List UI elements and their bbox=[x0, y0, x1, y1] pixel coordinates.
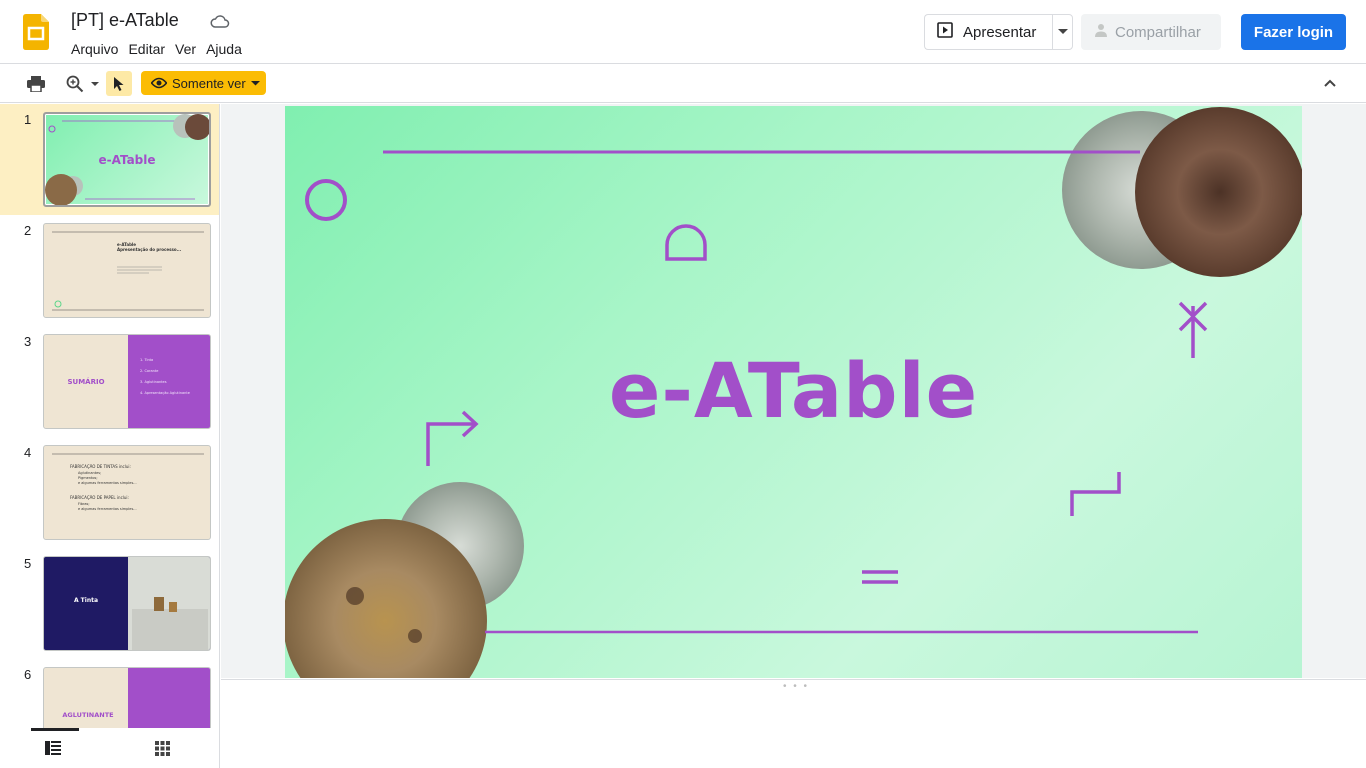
thumbnail-title: SUMÁRIO bbox=[67, 377, 104, 386]
thumbnail-item: 4. Apresentação Aglutinante bbox=[140, 391, 190, 395]
filmstrip-item-3[interactable]: 3 SUMÁRIO 1. Tinta 2. Corante 3. Aglutin… bbox=[0, 326, 219, 437]
slide-thumbnail[interactable]: FABRICAÇÃO DE TINTAS inclui: Aglutinante… bbox=[43, 445, 211, 540]
thumbnail-item: 2. Corante bbox=[140, 369, 158, 373]
slide-thumbnail-art: e-ATable Apresentação do processo... bbox=[52, 231, 204, 311]
thumbnail-line: Aglutinantes; bbox=[78, 471, 101, 475]
present-button[interactable]: Apresentar bbox=[924, 14, 1053, 50]
thumbnail-title: e-ATable bbox=[98, 153, 155, 167]
thumbnail-item: 3. Aglutinantes bbox=[140, 380, 167, 384]
present-icon bbox=[937, 22, 953, 42]
print-icon[interactable] bbox=[25, 73, 47, 95]
collapse-toolbar-icon[interactable] bbox=[1322, 75, 1340, 93]
thumbnail-line: e algumas ferramentas simples... bbox=[78, 507, 137, 511]
share-label: Compartilhar bbox=[1115, 23, 1201, 41]
current-slide[interactable]: e-ATable bbox=[285, 106, 1302, 678]
menu-arquivo[interactable]: Arquivo bbox=[71, 40, 123, 58]
slide-thumbnail-art: FABRICAÇÃO DE TINTAS inclui: Aglutinante… bbox=[52, 453, 204, 511]
thumbnail-title: AGLUTINANTE bbox=[62, 711, 113, 719]
thumbnail-line: e algumas ferramentas simples... bbox=[78, 481, 137, 485]
slide-thumbnail-art: e-ATable bbox=[45, 114, 209, 205]
slide-thumbnail[interactable]: e-ATable bbox=[43, 112, 211, 207]
thumbnail-title: A Tinta bbox=[74, 597, 98, 604]
slide-number: 5 bbox=[24, 556, 32, 571]
slide-number: 4 bbox=[24, 445, 32, 460]
filmstrip-footer bbox=[0, 728, 220, 768]
thumbnail-line: Fibras; bbox=[78, 502, 90, 506]
filmstrip-item-2[interactable]: 2 e-ATable Apresentação do processo... bbox=[0, 215, 219, 326]
present-label: Apresentar bbox=[963, 23, 1037, 41]
zoom-dropdown-icon[interactable] bbox=[88, 73, 102, 95]
slides-logo-icon[interactable] bbox=[23, 14, 49, 50]
slide-number: 6 bbox=[24, 667, 32, 682]
login-button[interactable]: Fazer login bbox=[1241, 14, 1346, 50]
slide-number: 1 bbox=[24, 112, 32, 127]
filmstrip-view-icon[interactable] bbox=[43, 738, 63, 758]
present-dropdown-button[interactable] bbox=[1052, 14, 1073, 50]
slide-thumbnail[interactable]: AGLUTINANTE bbox=[43, 667, 211, 728]
cursor-arrow-icon bbox=[114, 76, 124, 91]
select-tool-button[interactable] bbox=[106, 71, 132, 96]
slide-thumbnail-art: A Tinta bbox=[74, 557, 210, 650]
menu-editar[interactable]: Editar bbox=[123, 40, 170, 58]
eye-icon bbox=[151, 77, 167, 89]
thumbnail-subtitle: Apresentação do processo... bbox=[117, 247, 182, 252]
resize-handle[interactable]: • • • bbox=[783, 681, 809, 692]
filmstrip-item-4[interactable]: 4 FABRICAÇÃO DE TINTAS inclui: Aglutinan… bbox=[0, 437, 219, 548]
thumbnail-line: Pigmentos; bbox=[78, 476, 98, 480]
thumbnail-line: FABRICAÇÃO DE TINTAS inclui: bbox=[70, 464, 131, 469]
menu-ver[interactable]: Ver bbox=[170, 40, 201, 58]
slide-number: 2 bbox=[24, 223, 32, 238]
menu-bar: Arquivo Editar Ver Ajuda bbox=[71, 40, 247, 58]
document-title[interactable]: [PT] e-ATable bbox=[71, 10, 179, 31]
caret-down-icon bbox=[1057, 29, 1068, 34]
slide-thumbnail[interactable]: e-ATable Apresentação do processo... bbox=[43, 223, 211, 318]
slide-thumbnail[interactable]: A Tinta bbox=[43, 556, 211, 651]
person-icon bbox=[1093, 22, 1109, 42]
filmstrip-item-1[interactable]: 1 e-ATable bbox=[0, 104, 219, 215]
thumbnail-item: 1. Tinta bbox=[140, 358, 153, 362]
share-button[interactable]: Compartilhar bbox=[1081, 14, 1221, 50]
filmstrip-item-5[interactable]: 5 A Tinta bbox=[0, 548, 219, 659]
slide-thumbnail-art: SUMÁRIO 1. Tinta 2. Corante 3. Aglutinan… bbox=[67, 335, 210, 428]
speaker-notes-pane[interactable] bbox=[221, 679, 1366, 768]
menu-ajuda[interactable]: Ajuda bbox=[201, 40, 247, 58]
cloud-status-icon[interactable] bbox=[210, 14, 230, 30]
view-mode-button[interactable]: Somente ver bbox=[141, 71, 266, 95]
active-view-indicator bbox=[31, 728, 79, 731]
grid-view-icon[interactable] bbox=[152, 738, 172, 758]
slide-thumbnail-art: AGLUTINANTE bbox=[62, 668, 210, 728]
slide-thumbnail[interactable]: SUMÁRIO 1. Tinta 2. Corante 3. Aglutinan… bbox=[43, 334, 211, 429]
top-bar: [PT] e-ATable Arquivo Editar Ver Ajuda A… bbox=[0, 0, 1366, 64]
view-mode-label: Somente ver bbox=[172, 75, 246, 91]
slide-filmstrip: 1 e-ATable 2 e-ATable Apresentação do pr… bbox=[0, 104, 220, 728]
zoom-icon[interactable] bbox=[64, 73, 86, 95]
caret-down-icon bbox=[250, 80, 260, 85]
slide-title: e-ATable bbox=[608, 346, 979, 435]
filmstrip-item-6[interactable]: 6 AGLUTINANTE bbox=[0, 659, 219, 728]
slide-number: 3 bbox=[24, 334, 32, 349]
thumbnail-line: FABRICAÇÃO DE PAPEL inclui: bbox=[70, 495, 129, 500]
